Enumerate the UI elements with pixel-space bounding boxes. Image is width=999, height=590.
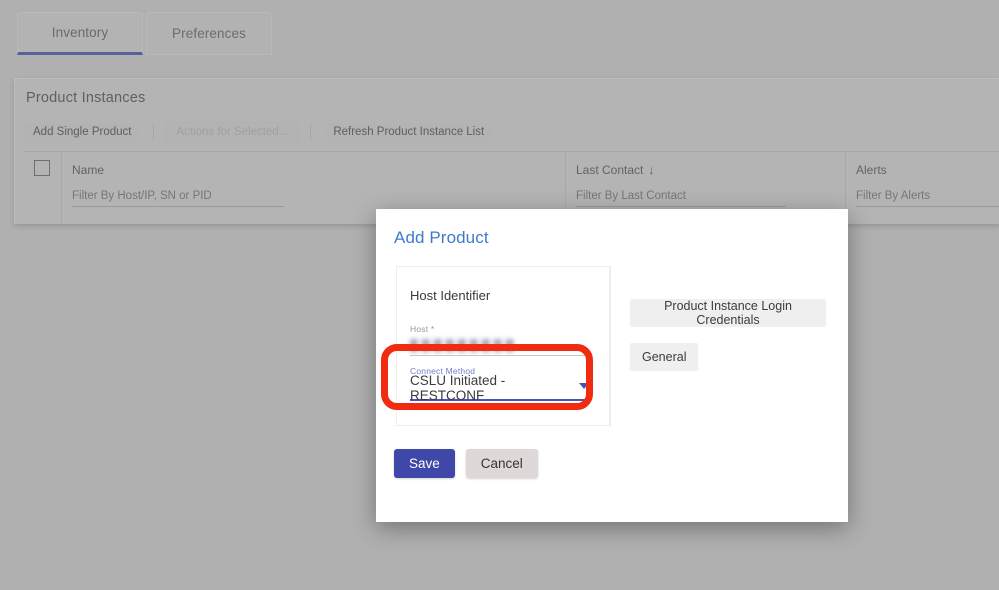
add-product-dialog: Add Product Host Identifier Host * Conne… xyxy=(376,209,848,522)
modal-overlay: Add Product Host Identifier Host * Conne… xyxy=(0,0,999,590)
host-identifier-section: Host Identifier Host * Connect Method CS… xyxy=(396,266,610,426)
host-field-label: Host * xyxy=(410,324,435,334)
cancel-button[interactable]: Cancel xyxy=(465,449,538,478)
host-identifier-heading: Host Identifier xyxy=(410,288,491,303)
host-field-underline xyxy=(410,355,590,356)
general-button[interactable]: General xyxy=(630,343,699,370)
chevron-down-icon[interactable] xyxy=(579,383,589,389)
host-field-value-redacted xyxy=(410,339,514,352)
dialog-column-divider xyxy=(610,266,611,426)
product-instance-login-credentials-button[interactable]: Product Instance Login Credentials xyxy=(630,299,826,327)
connect-method-value: CSLU Initiated - RESTCONF xyxy=(410,372,506,403)
dialog-actions: Save Cancel xyxy=(394,449,538,478)
connect-method-field[interactable]: Connect Method CSLU Initiated - RESTCONF xyxy=(410,366,590,403)
host-field[interactable]: Host * xyxy=(410,324,590,356)
save-button[interactable]: Save xyxy=(394,449,455,478)
connect-method-select[interactable]: CSLU Initiated - RESTCONF xyxy=(410,372,590,403)
dialog-title: Add Product xyxy=(394,228,489,247)
